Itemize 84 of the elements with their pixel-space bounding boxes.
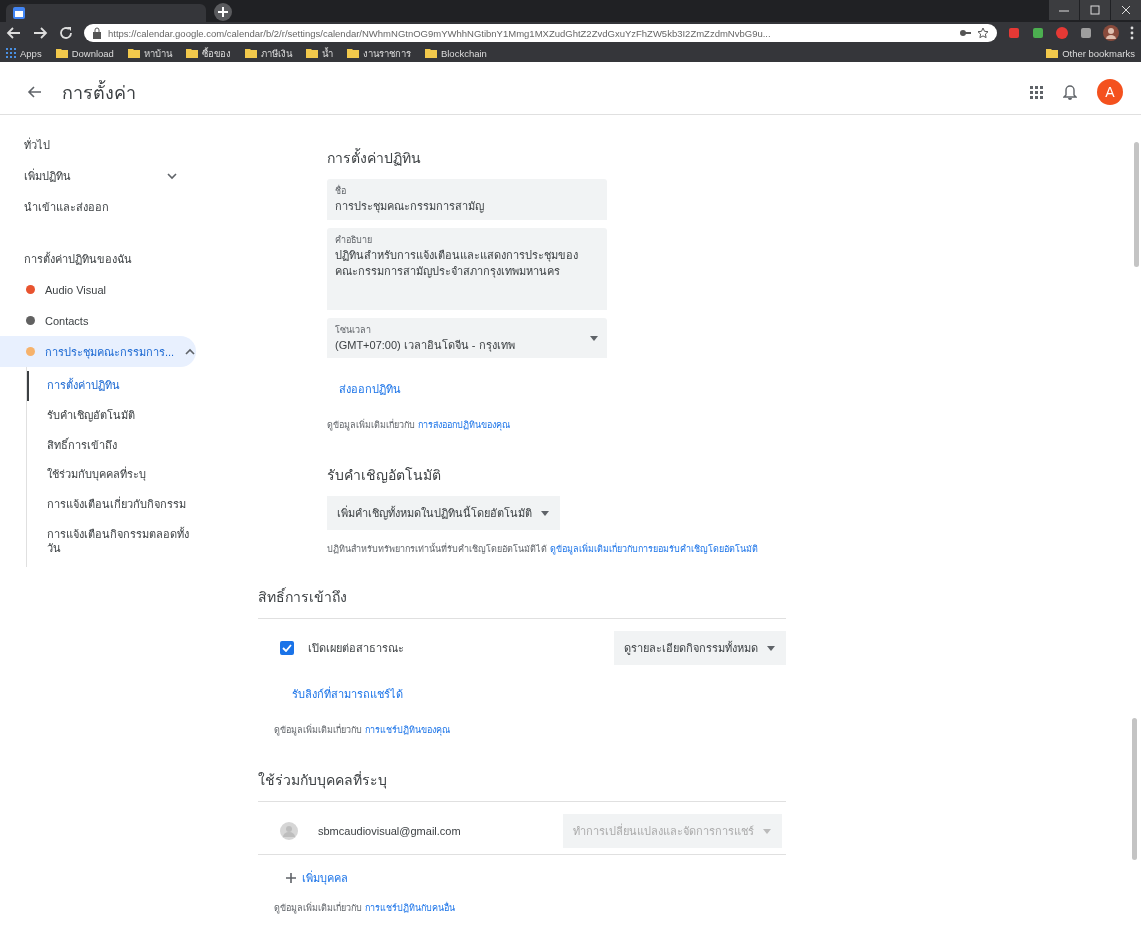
key-icon[interactable] — [959, 27, 971, 39]
folder-icon — [127, 48, 140, 58]
help-text: ดูข้อมูลเพิ่มเติมเกี่ยวกับ การแชร์ปฏิทินของคุณ — [274, 723, 451, 737]
sidebar-subitem[interactable]: การแจ้งเตือนเกี่ยวกับกิจกรรม — [27, 490, 196, 520]
calendar-icon — [12, 6, 26, 20]
avatar-icon — [280, 822, 298, 840]
extension-icon[interactable] — [1031, 26, 1045, 40]
plus-icon — [286, 873, 296, 883]
apps-grid-icon[interactable] — [1030, 85, 1043, 99]
back-arrow-icon[interactable] — [26, 84, 42, 100]
help-link[interactable]: การแชร์ปฏิทินกับคนอื่น — [364, 903, 455, 913]
sidebar-subitem[interactable]: รับคำเชิญอัตโนมัติ — [27, 400, 196, 431]
minimize-icon[interactable] — [1049, 0, 1079, 20]
bookmark[interactable]: หาบ้าน — [127, 45, 172, 61]
folder-icon — [1046, 48, 1059, 58]
dropdown-arrow-icon — [762, 827, 772, 835]
help-link[interactable]: การแชร์ปฏิทินของคุณ — [364, 725, 450, 735]
name-field[interactable]: ชื่อ การประชุมคณะกรรมการสามัญ — [327, 179, 607, 220]
bookmark[interactable]: Other bookmarks — [1046, 47, 1135, 59]
calendar-item[interactable]: การประชุมคณะกรรมการ... — [0, 336, 196, 367]
permission-dropdown[interactable]: ดูรายละเอียดกิจกรรมทั้งหมด — [614, 631, 786, 665]
help-text: ปฏิทินสำหรับทรัพยากรเท่านั้นที่รับคำเชิญโดยอัตโนมัติได้ ดูข้อมูลเพิ่มเติมเกี่ยวกับการยอมรับคำเชิญโดยอัตโนมัติ — [327, 542, 759, 556]
bookmark[interactable]: Blockchain — [424, 47, 487, 59]
section-title: รับคำเชิญอัตโนมัติ — [327, 466, 442, 485]
timezone-dropdown[interactable]: โซนเวลา (GMT+07:00) เวลาอินโดจีน - กรุงเทพ — [327, 317, 607, 358]
sidebar-item[interactable]: เพิ่มปฏิทิน — [0, 160, 196, 191]
calendar-item[interactable]: Contacts — [0, 305, 196, 336]
bookmark[interactable]: Download — [55, 47, 114, 59]
scrollbar-thumb[interactable] — [1132, 718, 1137, 860]
close-icon[interactable] — [1111, 0, 1141, 20]
section-title: การตั้งค่าปฏิทิน — [327, 147, 422, 168]
help-text: ดูข้อมูลเพิ่มเติมเกี่ยวกับ การแชร์ปฏิทินกับคนอื่น — [274, 901, 456, 915]
page-title: การตั้งค่า — [62, 79, 136, 105]
sidebar-item[interactable]: นำเข้าและส่งออก — [0, 191, 196, 222]
bookmark[interactable]: ซื้อของ — [185, 45, 231, 61]
folder-icon — [55, 48, 68, 58]
bookmark[interactable]: งานราชการ — [346, 45, 411, 61]
email-text: sbmcaudiovisual@gmail.com — [318, 825, 461, 837]
star-icon[interactable] — [977, 27, 989, 39]
extension-icon[interactable] — [1079, 26, 1093, 40]
bookmark[interactable]: ภาษีเงิน — [244, 45, 292, 61]
folder-icon — [305, 48, 318, 58]
folder-icon — [244, 48, 257, 58]
extension-icon[interactable] — [1007, 26, 1021, 40]
url-text: https://calendar.google.com/calendar/b/2/r/settings/calendar/NWhmNGtnOG9mYWhhNGtibnY1Mmg1MXZudGhtZ2ZvdGxuYzFhZW5kb3I2ZmZzdmNvbG9u... — [108, 27, 772, 39]
description-field[interactable]: คำอธิบาย ปฏิทินสำหรับการแจ้งเตือนและแสดงการประชุมของคณะกรรมการสามัญประจำสภากรุงเทพมหานคร — [327, 227, 607, 310]
folder-icon — [346, 48, 359, 58]
section-title: สิทธิ์การเข้าถึง — [258, 586, 348, 607]
extension-icon[interactable] — [1055, 26, 1069, 40]
sidebar-item[interactable]: ทั่วไป — [0, 129, 196, 160]
help-link[interactable]: ดูข้อมูลเพิ่มเติมเกี่ยวกับการยอมรับคำเชิญโดยอัตโนมัติ — [549, 544, 758, 554]
profile-icon[interactable] — [1103, 25, 1119, 41]
help-text: ดูข้อมูลเพิ่มเติมเกี่ยวกับ การส่งออกปฏิทินของคุณ — [327, 418, 511, 432]
lock-icon — [92, 27, 102, 39]
bookmark[interactable]: Apps — [6, 47, 42, 59]
reload-icon[interactable] — [58, 25, 74, 41]
sidebar-heading: การตั้งค่าปฏิทินของฉัน — [23, 251, 133, 267]
checkbox-label: เปิดเผยต่อสาธารณะ — [308, 641, 404, 656]
help-link[interactable]: การส่งออกปฏิทินของคุณ — [417, 420, 510, 430]
folder-icon — [185, 48, 198, 58]
checkbox[interactable] — [280, 641, 294, 655]
address-bar[interactable]: https://calendar.google.com/calendar/b/2/r/settings/calendar/NWhmNGtnOG9mYWhhNGtibnY1Mmg1MXZudGhtZ2ZvdGxuYzFhZW5kb3I2ZmZzdmNvbG9u... — [84, 24, 997, 42]
dropdown-arrow-icon — [766, 644, 776, 652]
dropdown-arrow-icon — [589, 333, 599, 342]
sidebar-subitem[interactable]: สิทธิ์การเข้าถึง — [27, 430, 196, 461]
sidebar-subitem[interactable]: ใช้ร่วมกับบุคคลที่ระบุ — [27, 460, 196, 490]
calendar-item[interactable]: Audio Visual — [0, 274, 196, 305]
apps-grid-icon — [6, 48, 16, 58]
sidebar-subitem[interactable]: การตั้งค่าปฏิทิน — [27, 371, 196, 401]
auto-accept-dropdown[interactable]: เพิ่มคำเชิญทั้งหมดในปฏิทินนี้โดยอัตโนมัติ — [327, 496, 560, 530]
folder-icon — [424, 48, 437, 58]
browser-tab[interactable] — [6, 4, 206, 22]
dropdown-arrow-icon — [540, 509, 550, 517]
bell-icon[interactable] — [1063, 84, 1077, 100]
back-arrow-icon[interactable] — [6, 25, 22, 41]
checkmark-icon — [282, 644, 292, 652]
forward-arrow-icon[interactable] — [32, 25, 48, 41]
scrollbar-thumb[interactable] — [1134, 142, 1139, 267]
bookmark[interactable]: น้ำ — [305, 45, 333, 61]
maximize-icon[interactable] — [1080, 0, 1110, 20]
sidebar-subitem[interactable]: การแจ้งเตือนกิจกรรมตลอดทั้งวัน — [27, 519, 196, 564]
section-title: ใช้ร่วมกับบุคคลที่ระบุ — [258, 770, 388, 791]
new-tab-icon[interactable] — [214, 3, 232, 21]
more-icon[interactable] — [1129, 26, 1135, 40]
